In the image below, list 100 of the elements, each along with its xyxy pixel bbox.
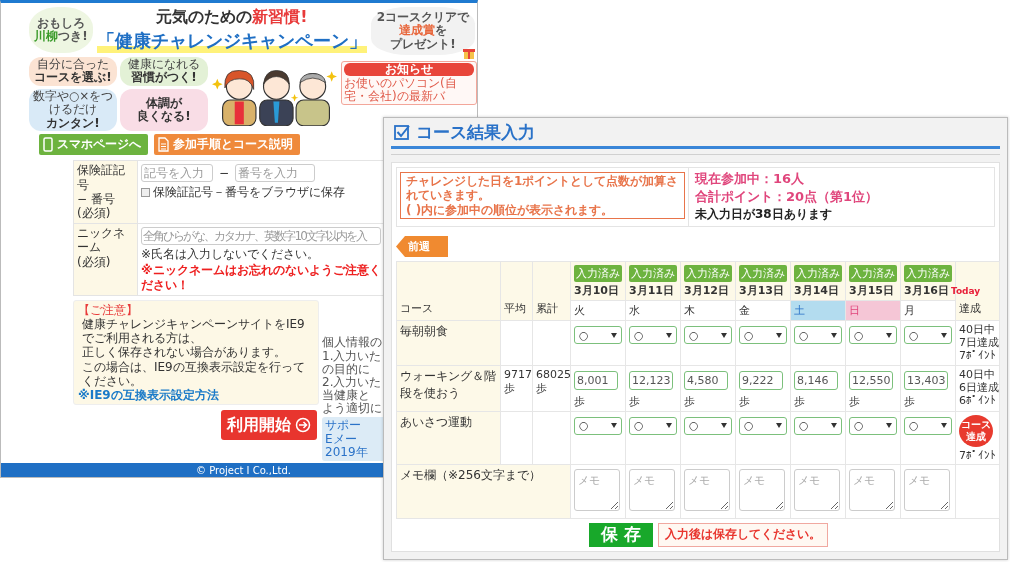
weekday-cell: 金 [735,300,791,321]
memo-field[interactable]: メモ [684,468,730,511]
status-badge: 入力済み [849,265,897,282]
feature-title: カンタン! [46,116,100,131]
select-field[interactable]: ○ [629,416,677,435]
feature-caption: 自分に合った [37,58,109,71]
bubble-text: プレゼント! [390,37,456,52]
status-badge: 入力済み [574,265,622,282]
field-label: ニックネーム (必須) [73,223,137,296]
column-header: 達成 [959,302,981,315]
start-button[interactable]: 利用開始 [221,410,317,440]
status-badge: 入力済み [739,265,787,282]
course-name: ウォーキング＆階段を使おう [400,368,496,400]
achievement-text: 40日中 [959,367,996,381]
select-field[interactable]: ○ [904,416,952,435]
checkbox-label: 保険証記号－番号をブラウザに保存 [153,184,345,202]
memo-field[interactable]: メモ [794,468,840,511]
date-label: 3月14日 [794,284,839,297]
input-field[interactable]: 8,001 [574,370,618,390]
weekday-cell: 木 [680,300,736,321]
course-name: 毎朝朝食 [400,324,448,338]
status-text: 現在参加中：16人 [695,170,806,188]
input-field[interactable]: 9,222 [739,370,783,390]
rules-text: ( )内に参加中の順位が表示されます。 [406,202,615,218]
date-label: 3月13日 [739,284,784,297]
column-header: 累計 [536,302,558,315]
select-field[interactable]: ○ [739,326,787,344]
input-field[interactable]: 番号を入力 [235,164,316,183]
memo-field[interactable]: メモ [904,468,950,511]
weekday-cell: 水 [625,300,681,321]
notice-heading: 【ご注意】 [78,302,139,318]
input-field[interactable]: 記号を入力 [141,164,213,183]
memo-field[interactable]: メモ [739,468,785,511]
input-field[interactable]: 12,550 [849,370,893,390]
notice-text: 健康チャレンジキャンペーンサイトをIE9でご利用される方は、 [81,317,306,346]
select-field[interactable]: ○ [574,326,622,344]
feature-caption: 数字や○×をつけるだけ [31,89,115,117]
date-label: 3月12日 [684,284,729,297]
feature-title: コースを選ぶ! [34,71,112,85]
window-title: コース結果入力 [416,120,535,144]
feature-title: 習慣がつく! [131,71,197,85]
date-label: 3月11日 [629,284,674,297]
select-field[interactable]: ○ [739,416,787,435]
memo-field[interactable]: メモ [629,468,675,511]
notice-title: お知らせ [344,63,474,77]
input-field[interactable]: 8,146 [794,370,838,390]
date-label: 3月16日 [904,284,949,297]
input-field[interactable]: 4,580 [684,370,728,390]
bubble-text: 川柳つき! [34,30,88,44]
status-badge: 入力済み [684,265,732,282]
select-field[interactable]: ○ [849,416,897,435]
memo-field[interactable]: メモ [574,468,620,511]
notice-text: この場合は、IE9の互換表示設定を行ってください。 [81,359,306,388]
field-label: 保険証記号 − 番号 (必須) [73,161,137,224]
status-badge: 入力済み [629,265,677,282]
unit-label: 歩 [536,380,548,396]
unit-label: 歩 [504,380,516,396]
rules-text: チャレンジした日を1ポイントとして点数が加算されていきます。 [406,174,679,203]
select-field[interactable]: ○ [849,326,897,344]
bubble-text: 達成賞を [399,24,447,38]
notice-text: お使いのパソコン(自宅・会社)の最新バ [344,77,458,104]
select-field[interactable]: ○ [574,416,622,435]
achievement-text: 6ﾎﾟｲﾝﾄ [959,393,996,408]
support-text: 2019年 [325,445,369,459]
today-label: Today [950,286,981,296]
date-label: 3月15日 [849,284,894,297]
note-text: ※氏名は入力しないでください。 [141,246,321,262]
support-text: サポー [325,419,362,433]
course-name: あいさつ運動 [400,414,472,429]
status-badge: 入力済み [904,265,952,282]
notice-text: 正しく保存されない場合があります。 [81,345,287,360]
achievement-text: 40日中 [959,323,996,337]
unit-label: 歩 [739,393,751,409]
feature-title: 良くなる! [137,110,191,124]
feature-title: 体調が [146,96,182,110]
select-field[interactable]: ○ [794,326,842,344]
column-header: コース [400,302,433,315]
input-field[interactable]: 13,403 [904,370,948,390]
select-field[interactable]: ○ [629,326,677,344]
unit-label: 歩 [629,393,641,409]
unit-label: 歩 [849,393,861,409]
select-field[interactable]: ○ [904,326,952,344]
status-text: 未入力日が38日あります [695,206,833,223]
help-link[interactable]: ※IE9の互換表示設定方法 [78,387,314,402]
input-field[interactable]: 全角ひらがな、カタカナ、英数字10文字以内を入 [141,226,381,245]
warning-text: ※ニックネームはお忘れのないようご注意ください！ [141,263,381,292]
achievement-text: 7ﾎﾟｲﾝﾄ [959,448,996,462]
unit-label: 歩 [904,393,916,409]
select-field[interactable]: ○ [684,326,732,344]
column-header: 平均 [504,302,526,315]
status-badge: 入力済み [794,265,842,282]
save-hint: 入力後は保存してください。 [658,522,828,547]
memo-field[interactable]: メモ [849,468,895,511]
unit-label: 歩 [574,393,586,409]
privacy-text: 個人情報の 1.入力いた の目的に 2.入力いた 当健康と よう適切に [322,336,383,416]
campaign-title: 「健康チャレンジキャンペーン」 [97,29,367,53]
select-field[interactable]: ○ [684,416,732,435]
feature-caption: 健康になれる [128,58,200,72]
select-field[interactable]: ○ [794,416,842,435]
input-field[interactable]: 12,123 [629,370,673,390]
